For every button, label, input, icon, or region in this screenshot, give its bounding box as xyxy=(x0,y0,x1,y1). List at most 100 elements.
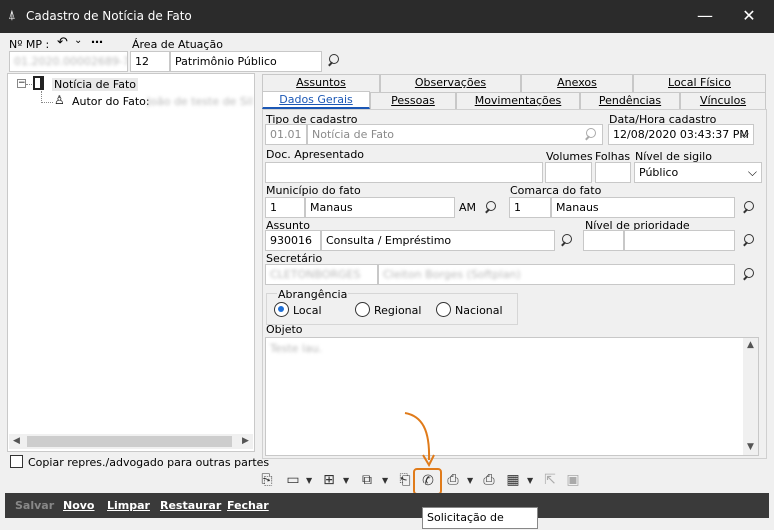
objeto-scrollbar[interactable]: ▲ ▼ xyxy=(743,338,758,455)
municipio-name-field[interactable]: Manaus xyxy=(305,197,455,218)
mp-number-field[interactable]: 01.2020.00002689-7 xyxy=(9,51,128,72)
export-icon: ⇱ xyxy=(544,472,556,488)
tipo-search-icon[interactable] xyxy=(584,127,600,143)
hierarchy-icon[interactable]: ⊞ xyxy=(319,470,339,490)
objeto-textarea[interactable]: Teste lau. ▲ ▼ xyxy=(265,337,759,456)
assunto-code-field[interactable]: 930016 xyxy=(265,230,321,251)
abrangencia-nacional-label: Nacional xyxy=(455,304,503,317)
scroll-left-icon[interactable]: ◀ xyxy=(9,434,24,449)
comarca-code-field[interactable]: 1 xyxy=(509,197,551,218)
chevron-down-icon[interactable]: ⌵ xyxy=(740,125,749,144)
dropdown-caret-icon[interactable]: ▼ xyxy=(467,476,473,485)
scroll-thumb[interactable] xyxy=(27,436,232,447)
volumes-field[interactable] xyxy=(545,162,592,183)
scroll-down-icon[interactable]: ▼ xyxy=(743,440,758,455)
municipio-search-icon[interactable] xyxy=(484,200,500,216)
close-button[interactable]: ✕ xyxy=(734,4,764,28)
tab-dados-gerais[interactable]: Dados Gerais xyxy=(262,91,370,109)
tree-line xyxy=(26,84,32,85)
area-code-field[interactable]: 12 xyxy=(130,51,170,72)
comarca-search-icon[interactable] xyxy=(742,200,758,216)
prioridade-code-field[interactable] xyxy=(583,230,624,251)
print-icon[interactable]: ⎙ xyxy=(443,470,463,490)
doc-field[interactable] xyxy=(265,162,543,183)
data-hora-field[interactable]: 12/08/2020 03:43:37 PM ⌵ xyxy=(608,124,754,145)
assunto-name-field[interactable]: Consulta / Empréstimo xyxy=(321,230,555,251)
novo-button[interactable]: Novo xyxy=(63,499,95,512)
scroll-right-icon[interactable]: ▶ xyxy=(238,434,253,449)
limpar-button[interactable]: Limpar xyxy=(107,499,150,512)
tree-collapse-icon[interactable]: − xyxy=(17,79,26,88)
tree-scrollbar[interactable]: ◀ ▶ xyxy=(9,434,253,449)
secretario-code-field[interactable]: CLETONBORGES xyxy=(265,264,378,285)
dropdown-caret-icon[interactable]: ▼ xyxy=(306,476,312,485)
tree-child-label[interactable]: Autor do Fato: xyxy=(72,95,150,108)
abrangencia-regional-label: Regional xyxy=(374,304,422,317)
tab-movimentacoes[interactable]: Movimentações xyxy=(456,92,580,110)
comarca-name-field[interactable]: Manaus xyxy=(551,197,735,218)
abrangencia-regional-radio[interactable] xyxy=(355,302,370,317)
printer-icon[interactable]: ⎙ xyxy=(479,470,499,490)
tab-vinculos[interactable]: Vínculos xyxy=(680,92,766,110)
copy-representative-checkbox[interactable] xyxy=(10,455,23,468)
sigilo-value: Público xyxy=(639,166,679,179)
disabled-tool-icon: ▣ xyxy=(566,472,580,488)
municipio-code-field[interactable]: 1 xyxy=(265,197,305,218)
tipo-code-field[interactable]: 01.01 xyxy=(265,124,307,145)
phone-icon[interactable]: ✆ xyxy=(418,471,438,491)
action-bar: Salvar Novo Limpar Restaurar Fechar xyxy=(5,493,769,518)
title-bar: ⍋ Cadastro de Notícia de Fato — ✕ xyxy=(0,0,774,33)
secretario-search-icon[interactable] xyxy=(742,267,758,283)
data-hora-value: 12/08/2020 03:43:37 PM xyxy=(613,128,749,141)
salvar-button[interactable]: Salvar xyxy=(15,499,54,512)
scroll-up-icon[interactable]: ▲ xyxy=(743,338,758,353)
clipboard-icon[interactable]: ⎗ xyxy=(395,470,415,490)
area-name-field[interactable]: Patrimônio Público xyxy=(170,51,322,72)
tab-pendencias[interactable]: Pendências xyxy=(580,92,680,110)
dropdown-caret-icon[interactable]: ▼ xyxy=(382,476,388,485)
tree-view[interactable]: − Notícia de Fato ♙ Autor do Fato: João … xyxy=(7,73,255,452)
tab-observacoes[interactable]: Observações xyxy=(380,74,521,92)
fechar-button[interactable]: Fechar xyxy=(227,499,269,512)
assunto-search-icon[interactable] xyxy=(560,233,576,249)
tooltip: Solicitação de Apoio xyxy=(422,507,538,529)
tab-pessoas[interactable]: Pessoas xyxy=(370,92,456,110)
abrangencia-nacional-radio[interactable] xyxy=(436,302,451,317)
municipio-label: Município do fato xyxy=(266,184,361,197)
tipo-name-field[interactable]: Notícia de Fato xyxy=(307,124,603,145)
tab-anexos[interactable]: Anexos xyxy=(521,74,633,92)
tab-local-fisico[interactable]: Local Físico xyxy=(633,74,766,92)
dropdown-caret-icon[interactable]: ▼ xyxy=(527,476,533,485)
abrangencia-label: Abrangência xyxy=(277,288,349,301)
undo-icon[interactable]: ↶ xyxy=(57,35,68,50)
area-search-icon[interactable] xyxy=(327,53,343,69)
municipio-uf: AM xyxy=(459,201,477,214)
abrangencia-local-radio[interactable] xyxy=(274,302,289,317)
mp-label: Nº MP : xyxy=(9,38,50,51)
sigilo-select[interactable]: Público ⌵ xyxy=(634,162,762,183)
tree-line xyxy=(41,102,53,103)
calendar-icon[interactable]: ▦ xyxy=(503,470,523,490)
document-icon xyxy=(33,76,44,90)
person-icon: ♙ xyxy=(54,93,65,107)
copy-representative-label: Copiar repres./advogado para outras part… xyxy=(28,456,270,469)
chevron-down-icon[interactable]: ⌄ xyxy=(74,35,82,46)
minimize-button[interactable]: — xyxy=(690,4,720,28)
secretario-name-field[interactable]: Cleiton Borges (Softplan) xyxy=(378,264,735,285)
prioridade-name-field[interactable] xyxy=(624,230,735,251)
dropdown-caret-icon[interactable]: ▼ xyxy=(343,476,349,485)
folhas-field[interactable] xyxy=(595,162,631,183)
more-icon[interactable]: ⋯ xyxy=(91,35,103,49)
tab-assuntos[interactable]: Assuntos xyxy=(262,74,380,92)
comarca-label: Comarca do fato xyxy=(510,184,602,197)
add-document-icon[interactable]: ⎘ xyxy=(257,470,277,490)
tree-root-label[interactable]: Notícia de Fato xyxy=(52,78,139,91)
prioridade-search-icon[interactable] xyxy=(742,233,758,249)
tree-child-value: João de teste de Silva xyxy=(147,95,252,108)
folder-icon[interactable]: ▭ xyxy=(283,470,303,490)
chevron-down-icon[interactable]: ⌵ xyxy=(748,163,757,182)
restaurar-button[interactable]: Restaurar xyxy=(160,499,221,512)
copy-documents-icon[interactable]: ⧉ xyxy=(357,470,377,490)
abrangencia-local-label: Local xyxy=(293,304,322,317)
annotation-arrow xyxy=(404,412,435,468)
